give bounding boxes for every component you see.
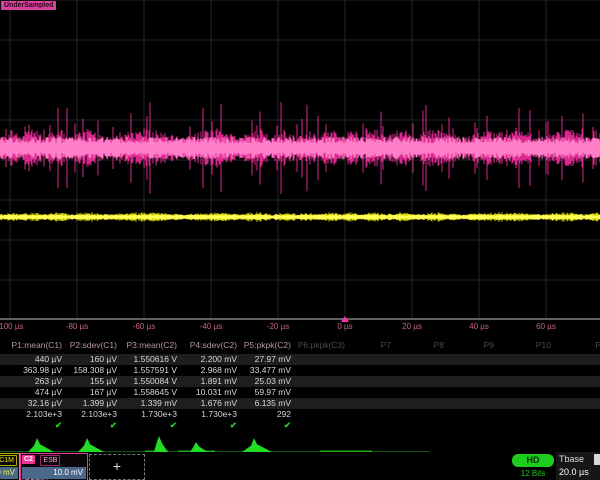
timebase-label: Tbase [559,454,584,464]
measurement-num: 1.730e+3 [141,409,177,420]
time-axis: -100 µs -80 µs -60 µs -40 µs -20 µs 0 µs 20 µs… [0,320,600,334]
c2-label-chip: C2 [22,455,35,464]
measurement-mean: 158.308 µV [73,365,117,376]
measurement-column-header-inactive[interactable]: P7 [381,340,391,351]
histicon-peak [190,442,208,452]
c1-scale-value: 0 mV [0,467,18,479]
time-axis-label: 20 µs [402,322,422,331]
measurement-status-check: ✔ [55,420,62,431]
time-axis-label: -60 µs [133,322,155,331]
measurement-column-header[interactable]: P2:sdev(C1) [70,340,117,351]
measurement-value: 27.97 mV [255,354,291,365]
measurement-column-header[interactable]: P3:mean(C2) [126,340,177,351]
c2-eres-chip: ESB [40,455,60,466]
histicon-graphics [0,432,600,454]
time-axis-label: 60 µs [536,322,556,331]
timebase-value: 20.0 µs [559,467,589,477]
oscilloscope-screen: UnderSampled -100 µs -80 µs -60 µs -40 µs -2… [0,0,600,480]
measurement-histicons [0,432,600,454]
measurement-status-check: ✔ [170,420,177,431]
measurement-sdev: 1.339 mV [141,398,177,409]
timebase-corner-decoration [594,454,600,465]
c1-descriptor-chips: DC1M [0,455,18,466]
c2-descriptor-chips: C2 ESB DC1M [22,455,86,466]
measurement-status-check: ✔ [284,420,291,431]
measurement-min: 1.891 mV [201,376,237,387]
measurement-column-header-inactive[interactable]: P [595,340,600,351]
measurement-max: 1.558645 V [134,387,177,398]
measurement-mean: 363.98 µV [23,365,62,376]
measurement-max: 10.031 mV [196,387,237,398]
time-axis-label: 0 µs [337,322,352,331]
channel-c2-descriptor[interactable]: C2 ESB DC1M 10.0 mV [20,453,88,480]
measurement-value: 2.200 mV [201,354,237,365]
measurement-min: 1.550084 V [134,376,177,387]
measurement-max: 474 µV [35,387,62,398]
measurement-status-check: ✔ [230,420,237,431]
undersampled-indicator: UnderSampled [1,1,56,10]
histicon-peak [242,438,272,452]
measurement-num: 1.730e+3 [201,409,237,420]
measurement-min: 155 µV [90,376,117,387]
histicon-peak [28,438,54,452]
measurement-max: 59.97 mV [255,387,291,398]
channel-c1-descriptor[interactable]: DC1M 0 mV [0,453,20,480]
measurement-table: P1:mean(C1) 440 µV363.98 µV263 µV474 µV32… [0,338,600,432]
measurement-column-header-inactive[interactable]: P6:pkpk(C3) [298,340,345,351]
measurement-value: 1.550616 V [134,354,177,365]
measurement-column-header[interactable]: P5:pkpk(C2) [244,340,291,351]
graticule-grid [0,0,600,320]
measurement-sdev: 6.135 mV [255,398,291,409]
measurement-num: 2.103e+3 [26,409,62,420]
measurement-min: 25.03 mV [255,376,291,387]
c2-scale-value: 10.0 mV [22,467,86,479]
timebase-descriptor[interactable]: Tbase 20.0 µs [556,452,600,480]
histicon-peak [154,436,168,452]
measurement-mean: 2.968 mV [201,365,237,376]
time-axis-label: -20 µs [267,322,289,331]
measurement-sdev: 32.16 µV [28,398,62,409]
descriptor-bar: DC1M 0 mV C2 ESB DC1M 10.0 mV + HD 12 Bi… [0,452,600,480]
measurement-max: 167 µV [90,387,117,398]
measurement-mean: 1.557591 V [134,365,177,376]
measurement-status-check: ✔ [110,420,117,431]
measurement-value: 160 µV [90,354,117,365]
measurement-min: 263 µV [35,376,62,387]
measurement-column-header[interactable]: P4:sdev(C2) [190,340,237,351]
time-axis-label: -80 µs [66,322,88,331]
histicon-peak [78,438,104,452]
measurement-sdev: 1.399 µV [83,398,117,409]
measurement-column-header-inactive[interactable]: P9 [484,340,494,351]
measurement-column-header[interactable]: P1:mean(C1) [11,340,62,351]
measurement-sdev: 1.676 mV [201,398,237,409]
measurement-value: 440 µV [35,354,62,365]
measurement-column-header-inactive[interactable]: P10 [536,340,551,351]
time-axis-label: -40 µs [200,322,222,331]
add-trace-button[interactable]: + [89,454,145,480]
c1-coupling-chip: DC1M [0,455,17,466]
time-axis-label: 40 µs [469,322,489,331]
measurement-column-header-inactive[interactable]: P8 [434,340,444,351]
measurement-num: 2.103e+3 [81,409,117,420]
time-axis-label: -100 µs [0,322,23,331]
waveform-display[interactable]: UnderSampled [0,0,600,320]
hd-mode-badge[interactable]: HD [512,454,554,467]
measurement-num: 292 [277,409,291,420]
measurement-mean: 33.477 mV [250,365,291,376]
hd-bits-label: 12 Bits [512,469,554,478]
